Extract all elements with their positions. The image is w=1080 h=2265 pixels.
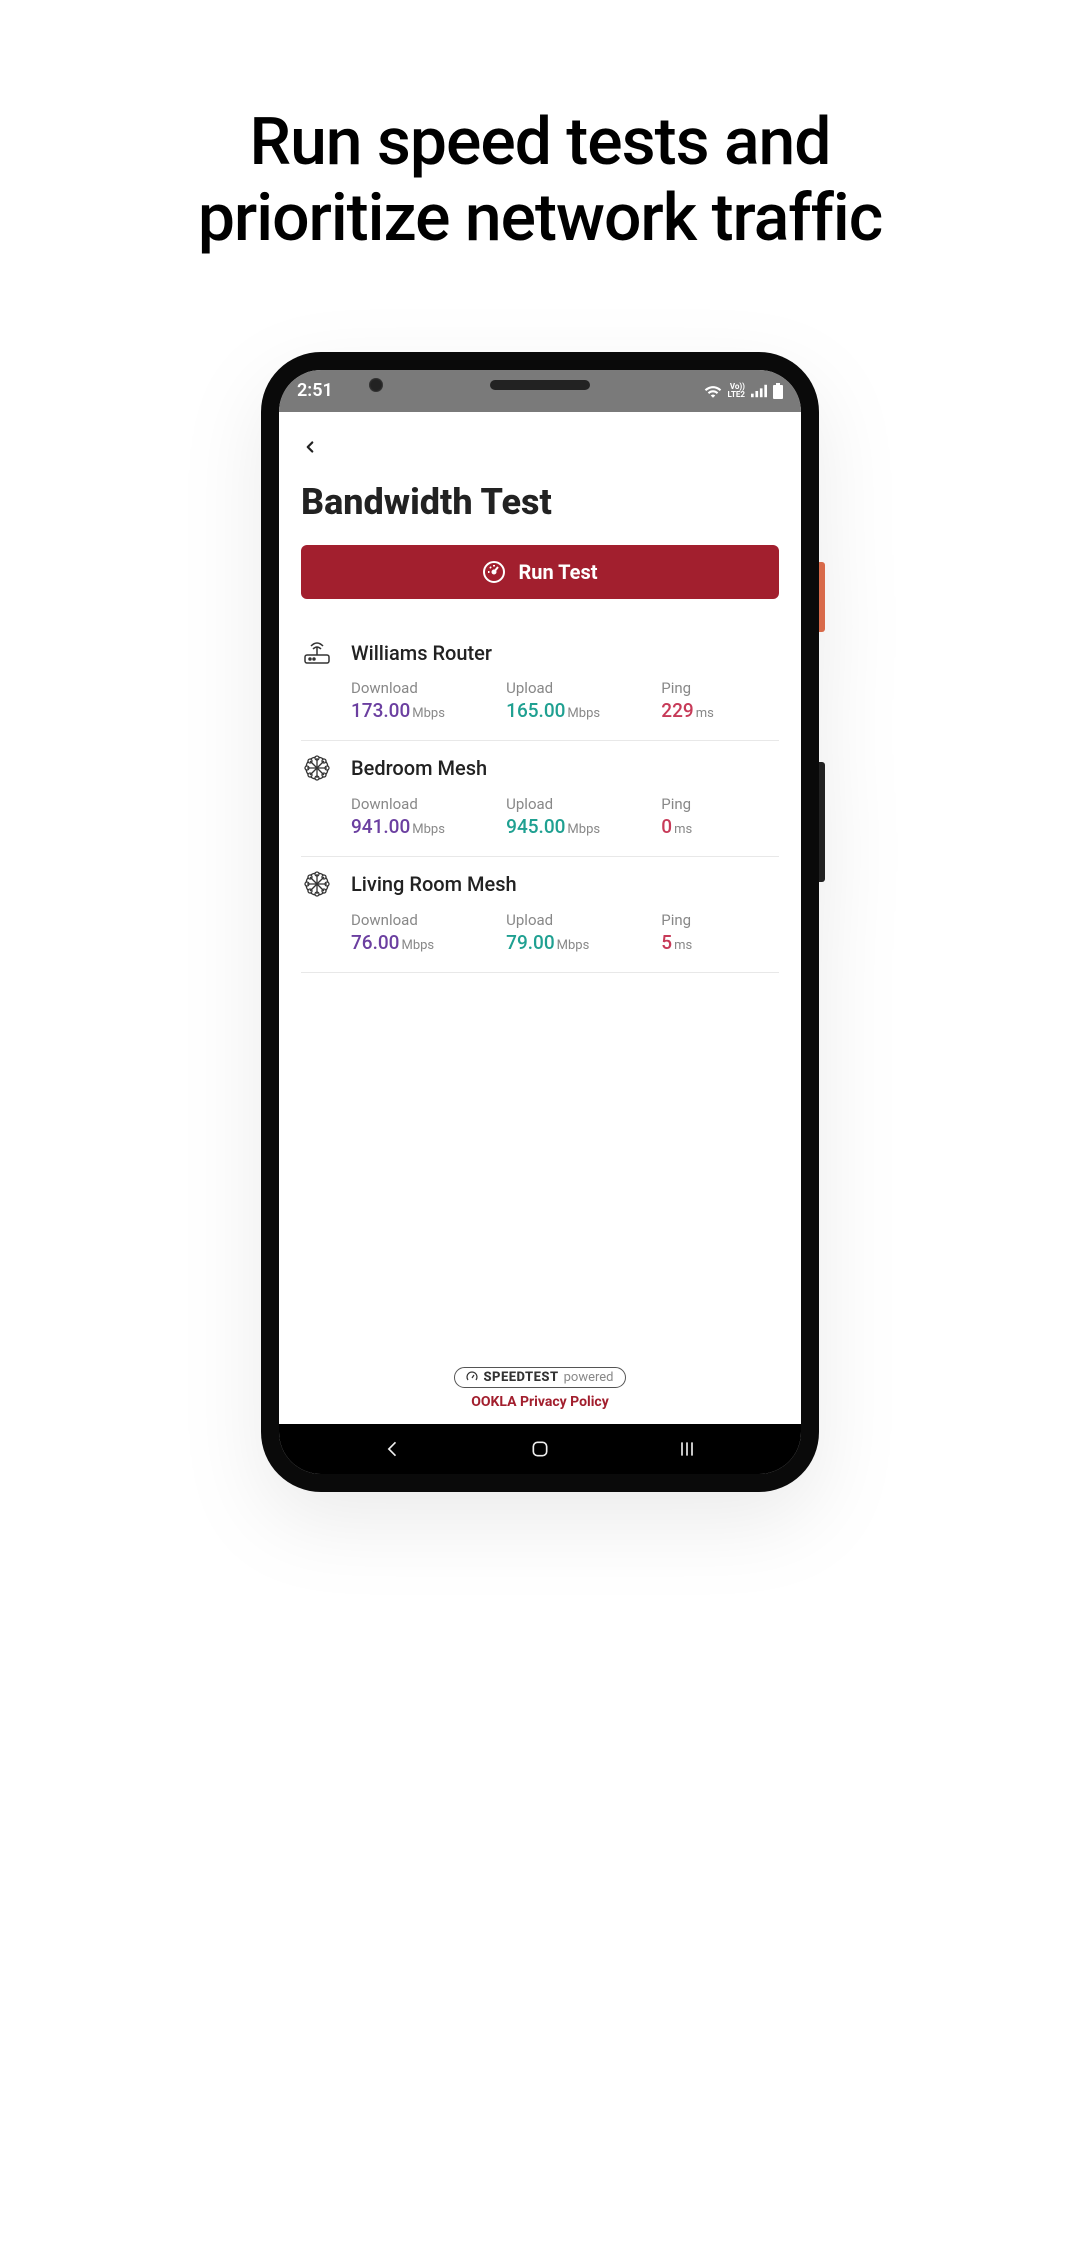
download-unit: Mbps	[412, 706, 445, 721]
phone-volume-button	[819, 762, 825, 882]
device-row: Williams Router Download 173.00Mbps Uplo…	[301, 627, 779, 741]
download-label: Download	[351, 679, 498, 697]
wifi-icon	[704, 384, 722, 398]
ping-label: Ping	[661, 795, 779, 813]
ping-label: Ping	[661, 911, 779, 929]
phone-power-button	[819, 562, 825, 632]
device-name: Bedroom Mesh	[351, 756, 487, 780]
page-title: Bandwidth Test	[301, 481, 779, 523]
gauge-icon	[482, 560, 506, 584]
upload-label: Upload	[506, 911, 653, 929]
phone-camera	[369, 378, 383, 392]
speedtest-brand: SPEEDTEST	[483, 1370, 558, 1385]
upload-value: 945.00	[506, 815, 565, 838]
upload-label: Upload	[506, 679, 653, 697]
upload-value: 165.00	[506, 699, 565, 722]
promo-title: Run speed tests and prioritize network t…	[0, 105, 1080, 257]
status-icons: Vo)) LTE2	[704, 383, 784, 399]
run-test-button[interactable]: Run Test	[301, 545, 779, 599]
signal-icon	[751, 384, 767, 398]
upload-unit: Mbps	[567, 822, 600, 837]
speedtest-gauge-icon	[466, 1371, 478, 1383]
promo-title-line2: prioritize network traffic	[0, 181, 1080, 257]
phone-speaker	[490, 380, 590, 390]
device-row: Bedroom Mesh Download 941.00Mbps Upload …	[301, 741, 779, 857]
nav-back-icon[interactable]	[383, 1439, 403, 1459]
ping-value: 229	[661, 699, 693, 722]
download-label: Download	[351, 911, 498, 929]
download-value: 941.00	[351, 815, 410, 838]
upload-unit: Mbps	[557, 938, 590, 953]
device-name: Living Room Mesh	[351, 872, 517, 896]
mesh-icon	[301, 755, 333, 781]
download-label: Download	[351, 795, 498, 813]
android-nav-bar	[279, 1424, 801, 1474]
privacy-policy-link[interactable]: OOKLA Privacy Policy	[301, 1394, 779, 1410]
battery-icon	[773, 383, 783, 399]
upload-value: 79.00	[506, 931, 554, 954]
speedtest-badge: SPEEDTEST powered	[454, 1367, 625, 1388]
ping-value: 0	[661, 815, 672, 838]
nav-recents-icon[interactable]	[677, 1439, 697, 1459]
run-test-label: Run Test	[518, 560, 597, 584]
upload-unit: Mbps	[567, 706, 600, 721]
router-icon	[301, 641, 333, 665]
download-unit: Mbps	[412, 822, 445, 837]
upload-label: Upload	[506, 795, 653, 813]
download-value: 173.00	[351, 699, 410, 722]
footer: SPEEDTEST powered OOKLA Privacy Policy	[301, 1367, 779, 1424]
ping-value: 5	[661, 931, 672, 954]
promo-title-line1: Run speed tests and	[0, 105, 1080, 181]
status-time: 2:51	[297, 380, 333, 401]
download-value: 76.00	[351, 931, 399, 954]
nav-home-icon[interactable]	[530, 1439, 550, 1459]
ping-unit: ms	[674, 938, 692, 953]
status-bar: 2:51 Vo)) LTE2	[279, 370, 801, 412]
status-lte: LTE2	[728, 391, 746, 399]
ping-unit: ms	[674, 822, 692, 837]
back-button[interactable]	[301, 430, 319, 463]
download-unit: Mbps	[401, 938, 434, 953]
speedtest-suffix: powered	[564, 1370, 614, 1385]
phone-mockup: 2:51 Vo)) LTE2 Bandwidth T	[261, 352, 819, 1492]
ping-unit: ms	[696, 706, 714, 721]
mesh-icon	[301, 871, 333, 897]
ping-label: Ping	[661, 679, 779, 697]
device-row: Living Room Mesh Download 76.00Mbps Uplo…	[301, 857, 779, 973]
device-name: Williams Router	[351, 641, 492, 665]
device-list: Williams Router Download 173.00Mbps Uplo…	[301, 627, 779, 1367]
